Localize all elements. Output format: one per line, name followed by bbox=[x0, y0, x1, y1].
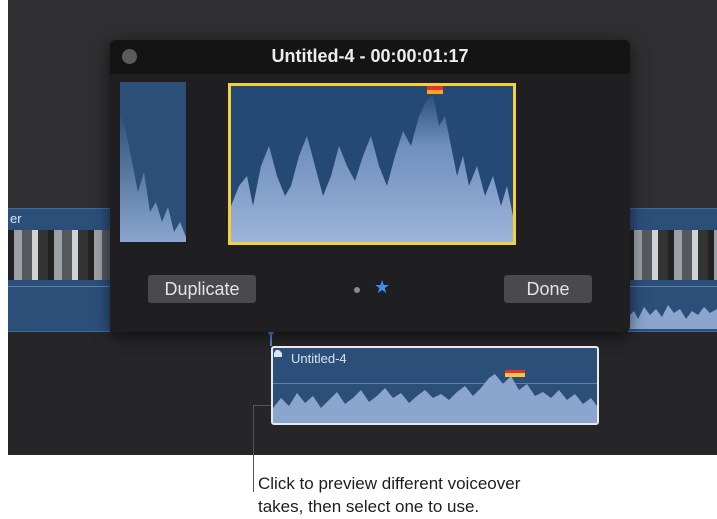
done-button[interactable]: Done bbox=[504, 275, 592, 303]
callout-line-1: Click to preview different voiceover bbox=[258, 474, 521, 493]
take-pager[interactable]: ★ bbox=[354, 278, 394, 299]
active-take-star-icon[interactable]: ★ bbox=[374, 278, 390, 296]
left-clip-level-line bbox=[8, 286, 110, 287]
right-clip-level-line bbox=[628, 286, 717, 287]
duplicate-button[interactable]: Duplicate bbox=[148, 275, 256, 303]
peak-warning-indicator bbox=[427, 90, 443, 94]
callout-leader-vertical bbox=[253, 405, 254, 492]
selected-take-waveform bbox=[231, 86, 513, 242]
voiceover-waveform bbox=[273, 370, 597, 423]
selected-take-preview[interactable] bbox=[228, 83, 516, 245]
right-clip-waveform bbox=[628, 305, 717, 329]
popover-title: Untitled-4 - 00:00:01:17 bbox=[271, 46, 469, 66]
previous-take-waveform bbox=[120, 112, 186, 242]
callout-leader-horizontal bbox=[253, 405, 271, 406]
pager-dot[interactable] bbox=[354, 287, 360, 293]
left-video-clip[interactable]: er bbox=[8, 208, 110, 332]
peak-indicator bbox=[427, 86, 443, 90]
voiceover-clip[interactable]: Untitled-4 bbox=[271, 346, 599, 425]
left-clip-thumbnails bbox=[8, 230, 110, 280]
right-video-clip[interactable] bbox=[628, 208, 717, 332]
right-clip-thumbnails bbox=[628, 230, 717, 280]
voiceover-peak-warning bbox=[505, 373, 525, 377]
popover-titlebar: Untitled-4 - 00:00:01:17 bbox=[110, 40, 630, 74]
callout-line-2: takes, then select one to use. bbox=[258, 497, 480, 516]
previous-take-preview[interactable] bbox=[120, 82, 186, 242]
take-selector-popover: Untitled-4 - 00:00:01:17 Duplicate ★ Don… bbox=[110, 40, 630, 332]
left-clip-label: er bbox=[10, 211, 22, 226]
voiceover-peak-indicator bbox=[505, 370, 525, 373]
callout-text: Click to preview different voiceover tak… bbox=[258, 472, 658, 518]
